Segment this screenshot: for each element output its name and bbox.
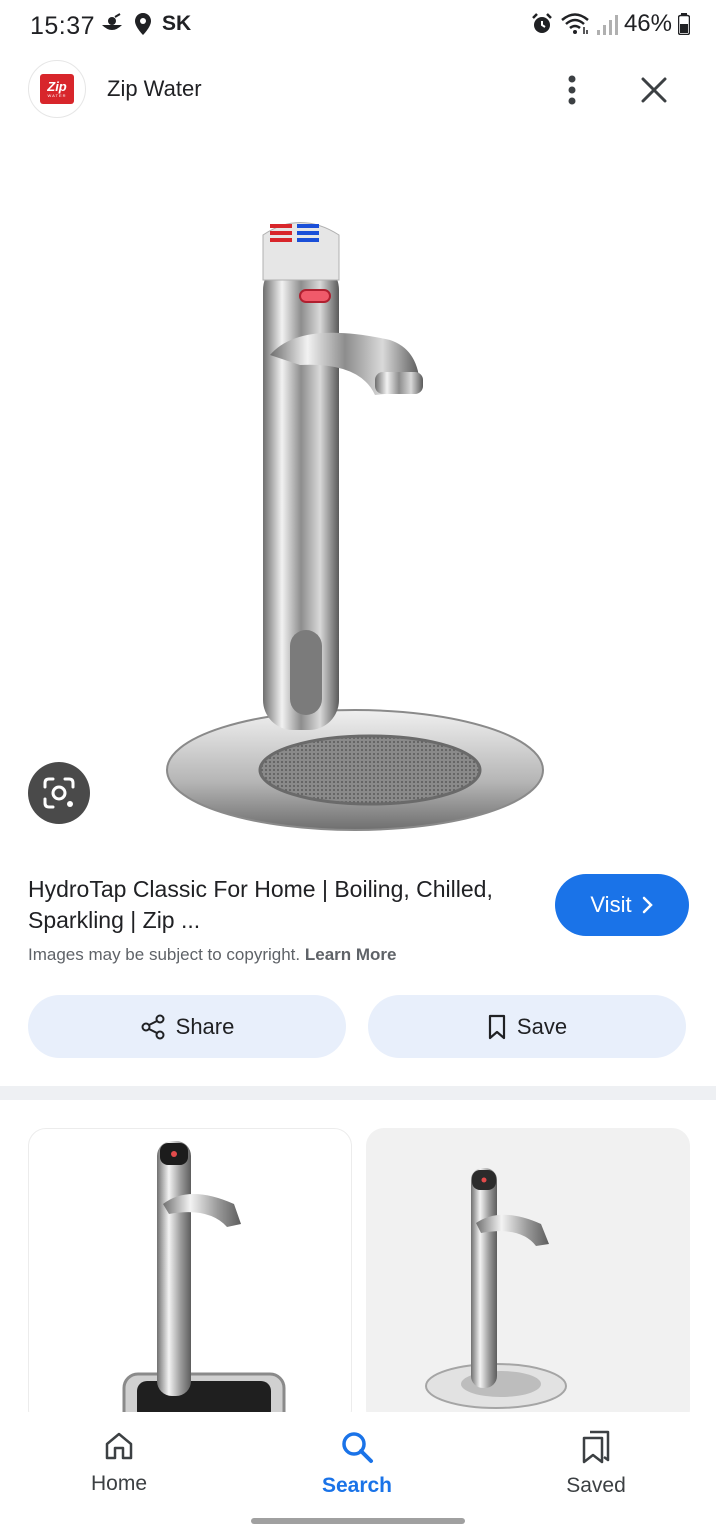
lens-icon [43, 777, 75, 809]
battery-percent: 46% [623, 10, 672, 37]
nav-home-label: Home [90, 1472, 148, 1495]
site-name[interactable]: Zip Water [107, 76, 202, 102]
share-icon [141, 1014, 165, 1039]
learn-more-link[interactable]: Learn More [305, 945, 397, 964]
cloud-weather-icon [102, 13, 122, 30]
product-image[interactable] [0, 140, 716, 860]
status-left-icons: SK [100, 12, 191, 36]
location-pin-icon [135, 13, 151, 35]
gesture-navigation-bar[interactable] [251, 1518, 465, 1524]
saved-bookmarks-icon [582, 1430, 610, 1464]
visit-button[interactable]: Visit [555, 874, 689, 936]
related-image-card[interactable] [366, 1128, 690, 1428]
bookmark-icon [488, 1014, 506, 1039]
site-logo[interactable]: Zip WATER [28, 60, 86, 118]
status-right-icons: 46% [530, 10, 690, 38]
nav-search-label: Search [321, 1474, 393, 1497]
more-vert-icon [568, 75, 576, 105]
save-label: Save [516, 1013, 568, 1039]
copyright-notice: Images may be subject to copyright. Lear… [28, 945, 397, 965]
viewer-header: Zip WATER Zip Water [0, 56, 716, 124]
close-icon [641, 77, 667, 103]
result-title[interactable]: HydroTap Classic For Home | Boiling, Chi… [28, 874, 528, 936]
related-image-card[interactable] [28, 1128, 352, 1428]
visit-label: Visit [590, 892, 632, 917]
nav-search[interactable]: Search [277, 1430, 437, 1498]
nav-saved-label: Saved [566, 1474, 626, 1497]
status-bar: 15:37 SK 46% [0, 0, 716, 52]
wifi-icon [561, 13, 589, 34]
share-label: Share [175, 1013, 235, 1039]
lens-search-button[interactable] [28, 762, 90, 824]
status-time: 15:37 [30, 12, 96, 40]
nav-home[interactable]: Home [39, 1430, 199, 1496]
copyright-text: Images may be subject to copyright. [28, 945, 301, 964]
chevron-right-icon [642, 896, 653, 914]
signal-icon [596, 15, 618, 35]
nav-saved[interactable]: Saved [516, 1430, 676, 1498]
alarm-icon [532, 13, 552, 33]
status-carrier: SK [162, 12, 192, 35]
search-icon [342, 1432, 373, 1463]
section-divider [0, 1086, 716, 1100]
share-button[interactable]: Share [28, 995, 346, 1058]
more-options-button[interactable] [552, 68, 592, 112]
save-button[interactable]: Save [368, 995, 686, 1058]
close-button[interactable] [632, 68, 676, 112]
battery-icon [678, 13, 690, 35]
home-icon [105, 1432, 133, 1460]
zip-logo-icon: Zip WATER [40, 74, 74, 104]
